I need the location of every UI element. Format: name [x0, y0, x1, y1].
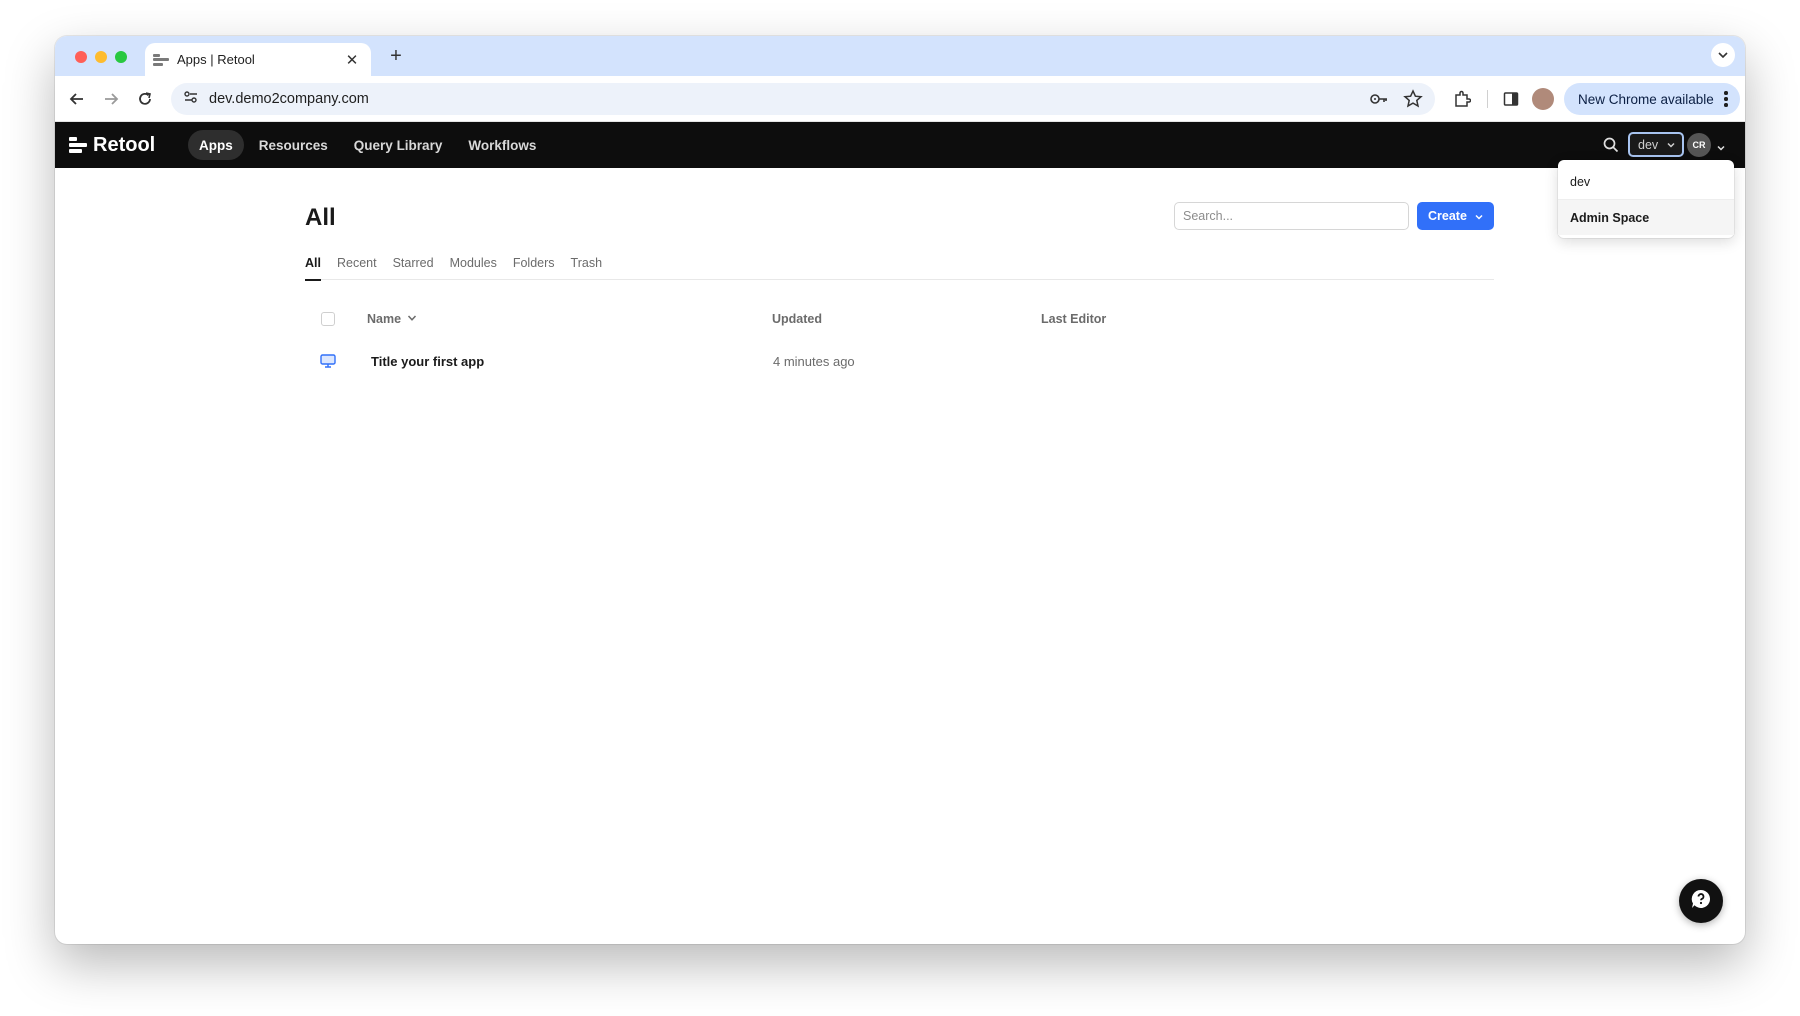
environment-dropdown-menu: dev Admin Space: [1558, 160, 1734, 238]
tab-all[interactable]: All: [305, 254, 321, 281]
retool-logo-icon: [69, 137, 87, 154]
extensions-icon[interactable]: [1451, 88, 1473, 110]
retool-logo-text: Retool: [93, 134, 156, 156]
chevron-down-icon: [1474, 211, 1484, 225]
env-menu-item-admin-space[interactable]: Admin Space: [1558, 200, 1734, 235]
sort-chevron-down-icon: [407, 312, 417, 326]
retool-header: Retool Apps Resources Query Library Work…: [55, 122, 1745, 168]
side-panel-icon[interactable]: [1500, 88, 1522, 110]
help-button[interactable]: [1679, 879, 1723, 923]
close-window-button[interactable]: [75, 51, 87, 63]
bookmark-star-icon[interactable]: [1403, 89, 1423, 114]
browser-profile-avatar[interactable]: [1532, 88, 1554, 110]
apps-tabs: All Recent Starred Modules Folders Trash: [305, 254, 1494, 281]
tab-recent[interactable]: Recent: [337, 254, 377, 280]
new-tab-icon[interactable]: +: [385, 45, 407, 68]
retool-favicon-icon: [153, 53, 169, 66]
create-button[interactable]: Create: [1417, 202, 1494, 230]
tab-search-icon[interactable]: [1711, 43, 1735, 67]
reload-icon[interactable]: [133, 87, 157, 111]
tab-close-icon[interactable]: ✕: [343, 51, 361, 69]
nav-query-library[interactable]: Query Library: [343, 130, 454, 160]
url-text: dev.demo2company.com: [209, 91, 369, 107]
environment-selector-label: dev: [1638, 137, 1659, 152]
search-input[interactable]: [1174, 202, 1409, 230]
column-header-name[interactable]: Name: [367, 312, 417, 326]
create-button-label: Create: [1428, 209, 1467, 223]
nav-workflows[interactable]: Workflows: [457, 130, 547, 160]
back-arrow-icon[interactable]: [65, 87, 89, 111]
browser-toolbar: dev.demo2company.com New Chrome availabl…: [55, 76, 1745, 122]
nav-apps[interactable]: Apps: [188, 130, 244, 160]
tab-trash[interactable]: Trash: [571, 254, 603, 280]
user-avatar[interactable]: CR: [1687, 133, 1711, 157]
address-bar[interactable]: dev.demo2company.com: [171, 83, 1435, 115]
more-menu-icon[interactable]: [1724, 91, 1728, 109]
tab-starred[interactable]: Starred: [393, 254, 434, 280]
app-name[interactable]: Title your first app: [371, 354, 484, 369]
tab-strip: Apps | Retool ✕ +: [55, 36, 1745, 76]
browser-window: Apps | Retool ✕ + dev.demo2company.com N…: [55, 36, 1745, 944]
forward-arrow-icon[interactable]: [99, 87, 123, 111]
column-header-name-label: Name: [367, 312, 402, 326]
page-title: All: [305, 204, 336, 231]
tab-folders[interactable]: Folders: [513, 254, 555, 280]
nav-resources[interactable]: Resources: [248, 130, 339, 160]
tab-title: Apps | Retool: [177, 52, 255, 67]
minimize-window-button[interactable]: [95, 51, 107, 63]
chevron-down-icon: [1666, 139, 1676, 153]
select-all-checkbox[interactable]: [321, 312, 335, 326]
app-monitor-icon: [320, 354, 336, 368]
toolbar-divider: [1487, 90, 1488, 108]
env-menu-item-dev[interactable]: dev: [1558, 164, 1734, 199]
main-nav: Apps Resources Query Library Workflows: [188, 130, 547, 160]
app-updated: 4 minutes ago: [773, 354, 855, 369]
update-button-label: New Chrome available: [1578, 91, 1714, 107]
column-header-last-editor[interactable]: Last Editor: [1041, 312, 1106, 326]
new-chrome-available-button[interactable]: New Chrome available: [1564, 83, 1740, 115]
column-header-updated[interactable]: Updated: [772, 312, 822, 326]
table-header: Name Updated Last Editor: [305, 308, 1494, 332]
retool-logo[interactable]: Retool: [69, 134, 155, 157]
help-chat-icon: [1690, 888, 1712, 915]
apps-main-content: All Create All Recent Starred Modules Fo…: [305, 168, 1500, 868]
site-settings-icon[interactable]: [183, 90, 199, 109]
search-icon[interactable]: [1602, 136, 1620, 154]
user-menu-chevron-icon[interactable]: [1716, 140, 1726, 158]
browser-tab[interactable]: Apps | Retool ✕: [145, 43, 371, 76]
maximize-window-button[interactable]: [115, 51, 127, 63]
tab-modules[interactable]: Modules: [450, 254, 497, 280]
environment-selector[interactable]: dev: [1628, 132, 1684, 157]
password-key-icon[interactable]: [1369, 89, 1389, 114]
table-row[interactable]: Title your first app 4 minutes ago: [305, 342, 1494, 380]
